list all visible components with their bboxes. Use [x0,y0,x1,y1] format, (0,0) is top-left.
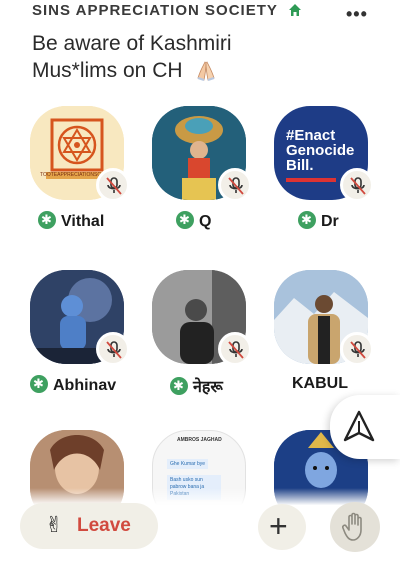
moderator-badge-icon [30,375,48,393]
speaker-name: नेहरू [170,375,223,397]
more-icon[interactable]: ••• [346,4,368,25]
speaker-nehru[interactable]: नेहरू [152,270,272,420]
muted-mic-icon [340,332,374,366]
share-icon [343,410,375,442]
leave-button[interactable]: ✌ Leave [20,503,158,549]
chat-line-1: Ghe Kumar bye [167,459,209,469]
house-icon [289,4,301,16]
moderator-badge-icon [298,211,316,229]
speaker-abhinav[interactable]: Abhinav [30,270,150,420]
muted-mic-icon [218,332,252,366]
muted-mic-icon [340,168,374,202]
club-name[interactable]: SINS APPRECIATION SOCIETY [32,2,278,19]
speaker-name: Vithal [38,211,104,231]
add-button[interactable]: + [258,504,306,550]
moderator-badge-icon [176,211,194,229]
speaker-name: Dr [298,211,339,231]
speaker-q[interactable]: Q [152,106,272,256]
avatar-caption: AMBROS JAGHAD [177,437,222,443]
raise-hand-button[interactable] [330,502,380,552]
leave-label: Leave [77,515,131,536]
caption-underline [286,178,336,182]
share-button[interactable] [330,395,400,459]
speaker-name: KABUL [292,375,348,392]
muted-mic-icon [96,168,130,202]
speaker-vithal[interactable]: TOOTEAPPRECIATIONSOCIETY Vithal [30,106,150,256]
muted-mic-icon [96,332,130,366]
room-title: Be aware of Kashmiri Mus*lims on CH [32,30,292,84]
moderator-badge-icon [38,211,56,229]
avatar-caption: #Enact Genocide Bill. [286,127,355,174]
room-header: SINS APPRECIATION SOCIETY ••• [30,2,380,25]
moderator-badge-icon [170,377,188,395]
victory-hand-icon: ✌ [45,512,64,537]
speaker-name: Q [176,211,211,231]
folded-hands-icon [197,61,215,82]
speaker-name: Abhinav [30,375,116,395]
raised-hand-icon [342,512,362,541]
muted-mic-icon [218,168,252,202]
plus-icon: + [269,508,288,544]
speaker-dr[interactable]: #Enact Genocide Bill. Dr [274,106,394,256]
